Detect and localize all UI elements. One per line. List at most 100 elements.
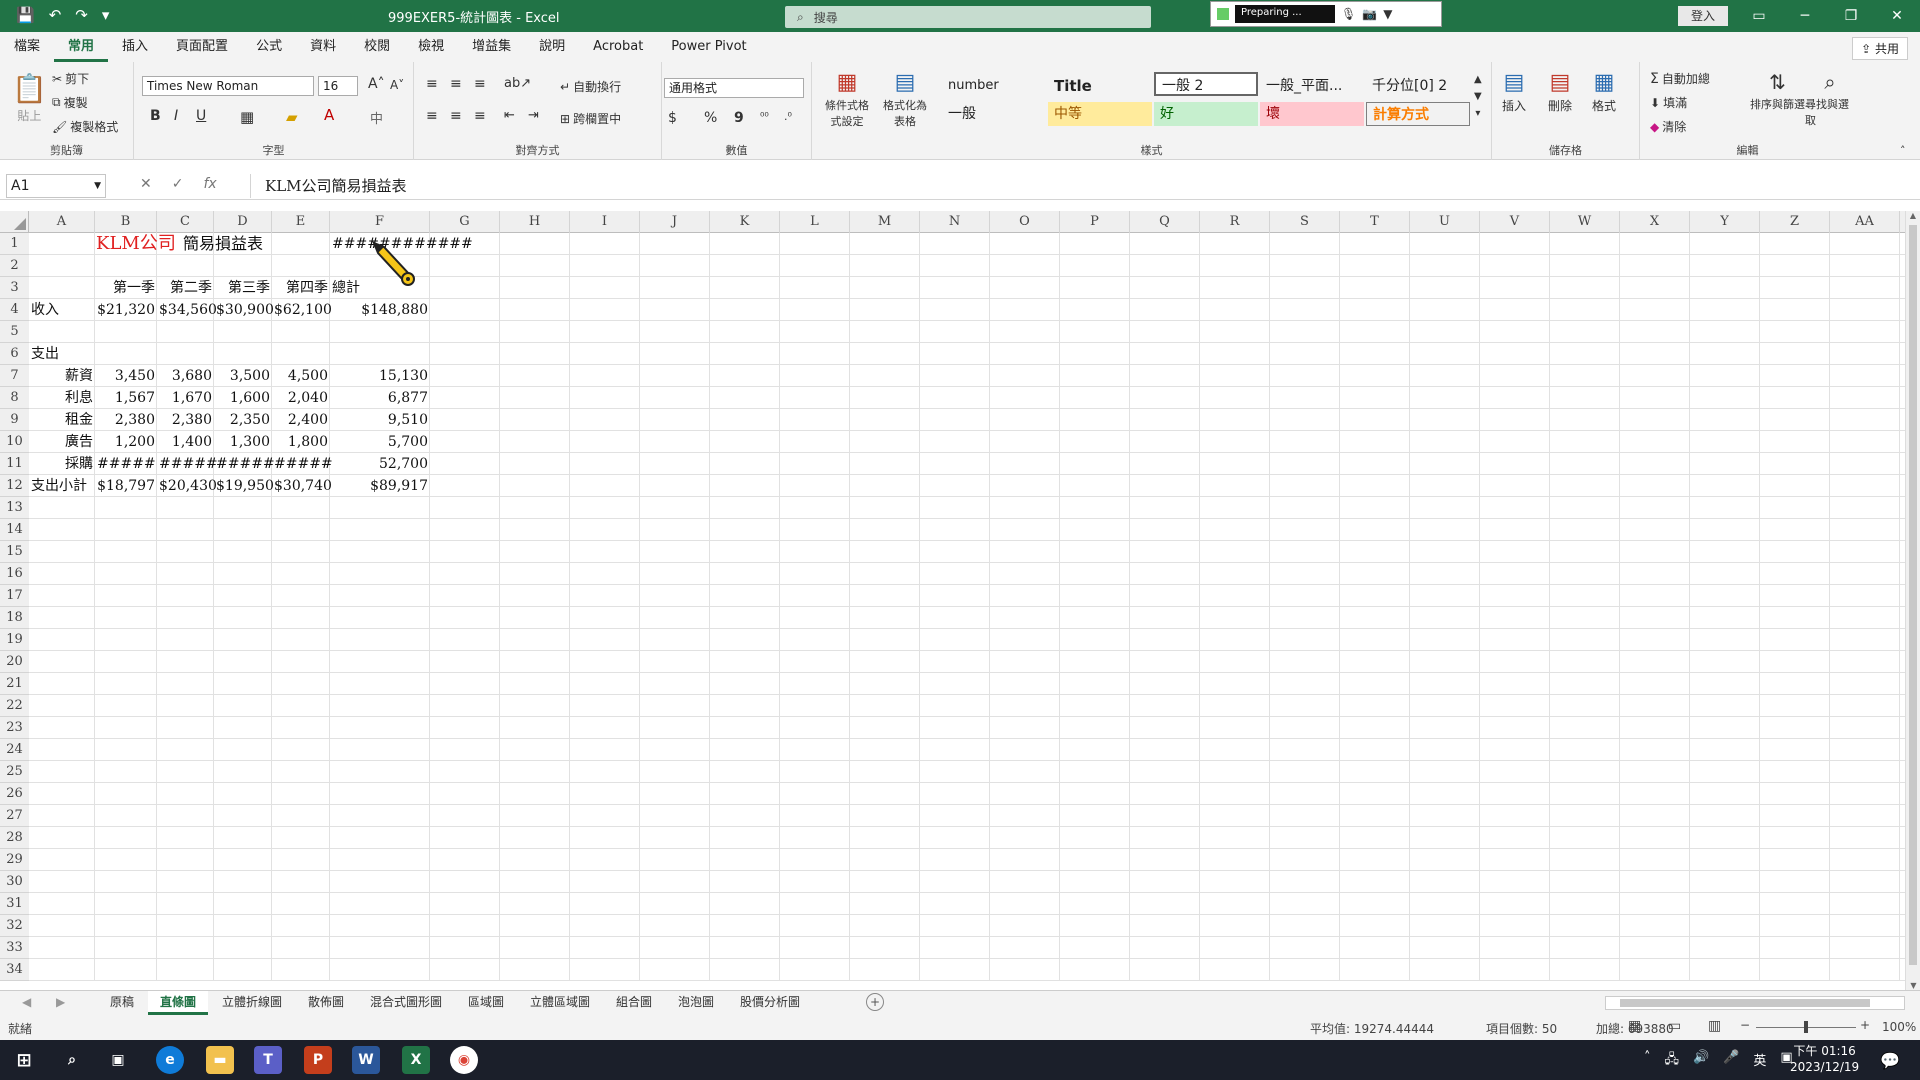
cell-subtotal-value[interactable]: $30,740 <box>274 475 332 497</box>
column-header-AA[interactable]: AA <box>1830 211 1900 233</box>
cell-expense-value[interactable]: 1,567 <box>97 387 155 409</box>
tab-8[interactable]: 增益集 <box>458 32 525 62</box>
row-header-18[interactable]: 18 <box>0 607 29 629</box>
font-name-select[interactable]: Times New Roman <box>142 76 314 96</box>
add-sheet-icon[interactable]: + <box>866 993 884 1011</box>
cell-revenue-value[interactable]: $30,900 <box>216 299 274 321</box>
cell-revenue-value[interactable]: $148,880 <box>332 299 428 321</box>
align-center-icon[interactable]: ≡ <box>450 108 462 124</box>
cell-header[interactable]: 第二季 <box>159 277 212 299</box>
row-header-7[interactable]: 7 <box>0 365 29 387</box>
cell-subtotal-value[interactable]: $18,797 <box>97 475 155 497</box>
increase-font-icon[interactable]: A˄ <box>368 76 385 92</box>
column-header-T[interactable]: T <box>1340 211 1410 233</box>
notification-icon[interactable]: 💬 <box>1876 1046 1904 1074</box>
zoom-out-icon[interactable]: − <box>1740 1018 1750 1032</box>
increase-decimal-icon[interactable]: ⁰⁰ <box>760 110 769 123</box>
scroll-up-arrow[interactable]: ▲ <box>1906 211 1920 220</box>
sheet-tab-2[interactable]: 立體折線圖 <box>210 991 294 1015</box>
cancel-icon[interactable]: ✕ <box>140 176 152 192</box>
sheet-tab-3[interactable]: 散佈圖 <box>296 991 356 1015</box>
row-header-34[interactable]: 34 <box>0 959 29 981</box>
sheet-tab-9[interactable]: 股價分析圖 <box>728 991 812 1015</box>
edge-icon[interactable]: e <box>156 1046 184 1074</box>
currency-button[interactable]: $ <box>668 110 677 126</box>
style-title[interactable]: Title <box>1048 74 1152 98</box>
row-header-9[interactable]: 9 <box>0 409 29 431</box>
clear-button[interactable]: ◆ 清除 <box>1650 118 1686 135</box>
row-header-22[interactable]: 22 <box>0 695 29 717</box>
align-top-icon[interactable]: ≡ <box>426 76 438 92</box>
column-header-Q[interactable]: Q <box>1130 211 1200 233</box>
orientation-icon[interactable]: ab↗ <box>504 76 531 91</box>
row-header-1[interactable]: 1 <box>0 233 29 255</box>
autosum-button[interactable]: Σ 自動加總 <box>1650 70 1710 87</box>
percent-button[interactable]: % <box>704 110 717 126</box>
merge-center-button[interactable]: ⊞ 跨欄置中 <box>560 110 621 127</box>
microphone-icon[interactable]: 🎤 <box>1723 1050 1739 1072</box>
recording-widget[interactable]: Preparing ... 🎙 📷 ▼ <box>1210 1 1442 27</box>
delete-cells-button[interactable]: ▤ 刪除 <box>1548 70 1572 114</box>
style-normal-flat[interactable]: 一般_平面... <box>1260 74 1364 98</box>
italic-button[interactable]: I <box>174 108 178 124</box>
cell-expense-value[interactable]: 1,670 <box>159 387 212 409</box>
row-header-10[interactable]: 10 <box>0 431 29 453</box>
scroll-thumb[interactable] <box>1909 225 1917 965</box>
next-sheet-icon[interactable]: ▶ <box>56 995 65 1009</box>
word-icon[interactable]: W <box>352 1046 380 1074</box>
column-header-O[interactable]: O <box>990 211 1060 233</box>
row-header-8[interactable]: 8 <box>0 387 29 409</box>
align-bottom-icon[interactable]: ≡ <box>474 76 486 92</box>
row-header-32[interactable]: 32 <box>0 915 29 937</box>
tab-9[interactable]: 說明 <box>525 32 579 62</box>
column-header-G[interactable]: G <box>430 211 500 233</box>
column-header-B[interactable]: B <box>95 211 157 233</box>
tab-6[interactable]: 校閱 <box>350 32 404 62</box>
excel-icon[interactable]: X <box>402 1046 430 1074</box>
taskbar-search-icon[interactable]: ⌕ <box>58 1046 86 1074</box>
cell-expense-value[interactable]: 2,400 <box>274 409 328 431</box>
cell-expense-label[interactable]: 支出 <box>31 343 93 365</box>
column-header-W[interactable]: W <box>1550 211 1620 233</box>
cell-expense-value[interactable]: 1,800 <box>274 431 328 453</box>
zoom-level[interactable]: 100% <box>1882 1020 1916 1034</box>
column-header-U[interactable]: U <box>1410 211 1480 233</box>
customize-qat-icon[interactable]: ▾ <box>102 6 110 24</box>
wrap-text-button[interactable]: ↵ 自動換行 <box>560 78 621 95</box>
select-all-corner[interactable] <box>0 211 29 233</box>
tab-5[interactable]: 資料 <box>296 32 350 62</box>
cell-expense-value[interactable]: 2,380 <box>159 409 212 431</box>
style-neutral[interactable]: 中等 <box>1048 102 1152 126</box>
column-header-Z[interactable]: Z <box>1760 211 1830 233</box>
row-header-4[interactable]: 4 <box>0 299 29 321</box>
ime-indicator[interactable]: 英 <box>1753 1050 1766 1072</box>
search-box[interactable]: ⌕ 搜尋 <box>785 6 1151 28</box>
copy-button[interactable]: ⧉ 複製 <box>52 94 88 111</box>
clock[interactable]: 下午 01:16 2023/12/19 <box>1790 1043 1859 1075</box>
cell-subtotal-value[interactable]: $20,430 <box>159 475 217 497</box>
style-bad[interactable]: 壞 <box>1260 102 1364 126</box>
row-header-13[interactable]: 13 <box>0 497 29 519</box>
row-header-24[interactable]: 24 <box>0 739 29 761</box>
style-good[interactable]: 好 <box>1154 102 1258 126</box>
column-header-E[interactable]: E <box>272 211 330 233</box>
style-normal-2[interactable]: 一般 2 <box>1154 72 1258 96</box>
cell-subtotal-label[interactable]: 支出小計 <box>31 475 93 497</box>
tab-0[interactable]: 檔案 <box>0 32 54 62</box>
cell-title-rest[interactable]: 簡易損益表 <box>183 233 303 255</box>
row-header-21[interactable]: 21 <box>0 673 29 695</box>
network-icon[interactable]: 🖧 <box>1665 1050 1680 1072</box>
row-header-2[interactable]: 2 <box>0 255 29 277</box>
file-explorer-icon[interactable]: ▬ <box>206 1046 234 1074</box>
chrome-icon[interactable]: ◉ <box>450 1046 478 1074</box>
decrease-indent-icon[interactable]: ⇤ <box>504 108 515 123</box>
cell-expense-value[interactable]: 9,510 <box>332 409 428 431</box>
column-header-P[interactable]: P <box>1060 211 1130 233</box>
undo-icon[interactable]: ↶ <box>49 6 62 24</box>
decrease-font-icon[interactable]: A˅ <box>390 78 404 92</box>
cell-expense-value[interactable]: 2,040 <box>274 387 328 409</box>
cell-expense-value[interactable]: 4,500 <box>274 365 328 387</box>
sheet-tab-6[interactable]: 立體區域圖 <box>518 991 602 1015</box>
find-select-button[interactable]: ⌕ 尋找與選取 <box>1805 70 1855 128</box>
restore-button[interactable]: ❐ <box>1828 0 1874 32</box>
